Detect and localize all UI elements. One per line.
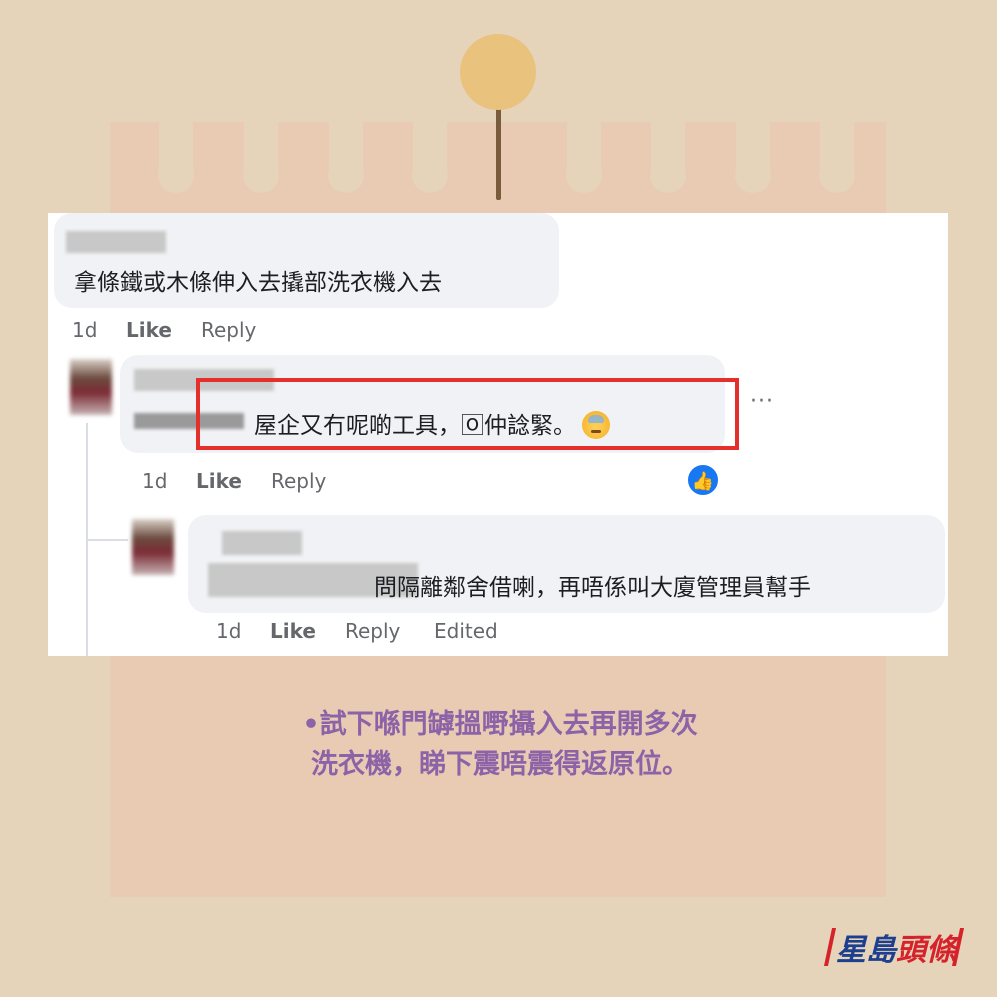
sing-tao-logo: 星島 頭條 [823,926,965,968]
reply-button[interactable]: Reply [345,619,400,643]
thread-line [86,539,128,541]
pin-head-icon [460,34,536,110]
comment-screenshot: 拿條鐵或木條伸入去撬部洗衣機入去 1d Like Reply 屋企又冇呢啲工具，… [48,213,948,656]
logo-text-1: 星島 [836,933,896,968]
blurred-username [66,231,166,253]
more-dots-icon[interactable]: ··· [750,389,774,414]
like-button[interactable]: Like [126,318,172,342]
paper-notch [158,122,194,193]
paper-notch [243,122,279,193]
like-button[interactable]: Like [270,619,316,643]
reply-button[interactable]: Reply [201,318,256,342]
caption-line-1: •試下喺門罅搵嘢攝入去再開多次 [302,709,698,740]
comment-bubble: 問隔離鄰舍借喇，再唔係叫大廈管理員幫手 [188,515,945,613]
paper-notch [566,122,602,193]
paper-notch [328,122,364,193]
comment-text: 問隔離鄰舍借喇，再唔係叫大廈管理員幫手 [374,575,811,601]
comment-time[interactable]: 1d [142,469,167,493]
logo-bar [823,928,837,966]
logo-text-2: 頭條 [896,933,956,968]
paper-notch [819,122,855,193]
avatar[interactable] [70,359,112,415]
highlight-box [196,378,739,450]
comment-time[interactable]: 1d [216,619,241,643]
reply-button[interactable]: Reply [271,469,326,493]
blurred-username [222,531,302,555]
paper-notch [735,122,771,193]
paper-notch [412,122,448,193]
paper-notch [650,122,686,193]
comment-bubble: 拿條鐵或木條伸入去撬部洗衣機入去 [54,213,559,308]
pin-stick [496,95,501,200]
thumbs-up-icon[interactable]: 👍 [686,463,720,497]
avatar[interactable] [132,519,174,575]
edited-label: Edited [434,619,498,643]
comment-time[interactable]: 1d [72,318,97,342]
like-button[interactable]: Like [196,469,242,493]
caption-line-2: 洗衣機，睇下震唔震得返原位。 [311,749,689,780]
comment-text: 拿條鐵或木條伸入去撬部洗衣機入去 [74,270,442,296]
